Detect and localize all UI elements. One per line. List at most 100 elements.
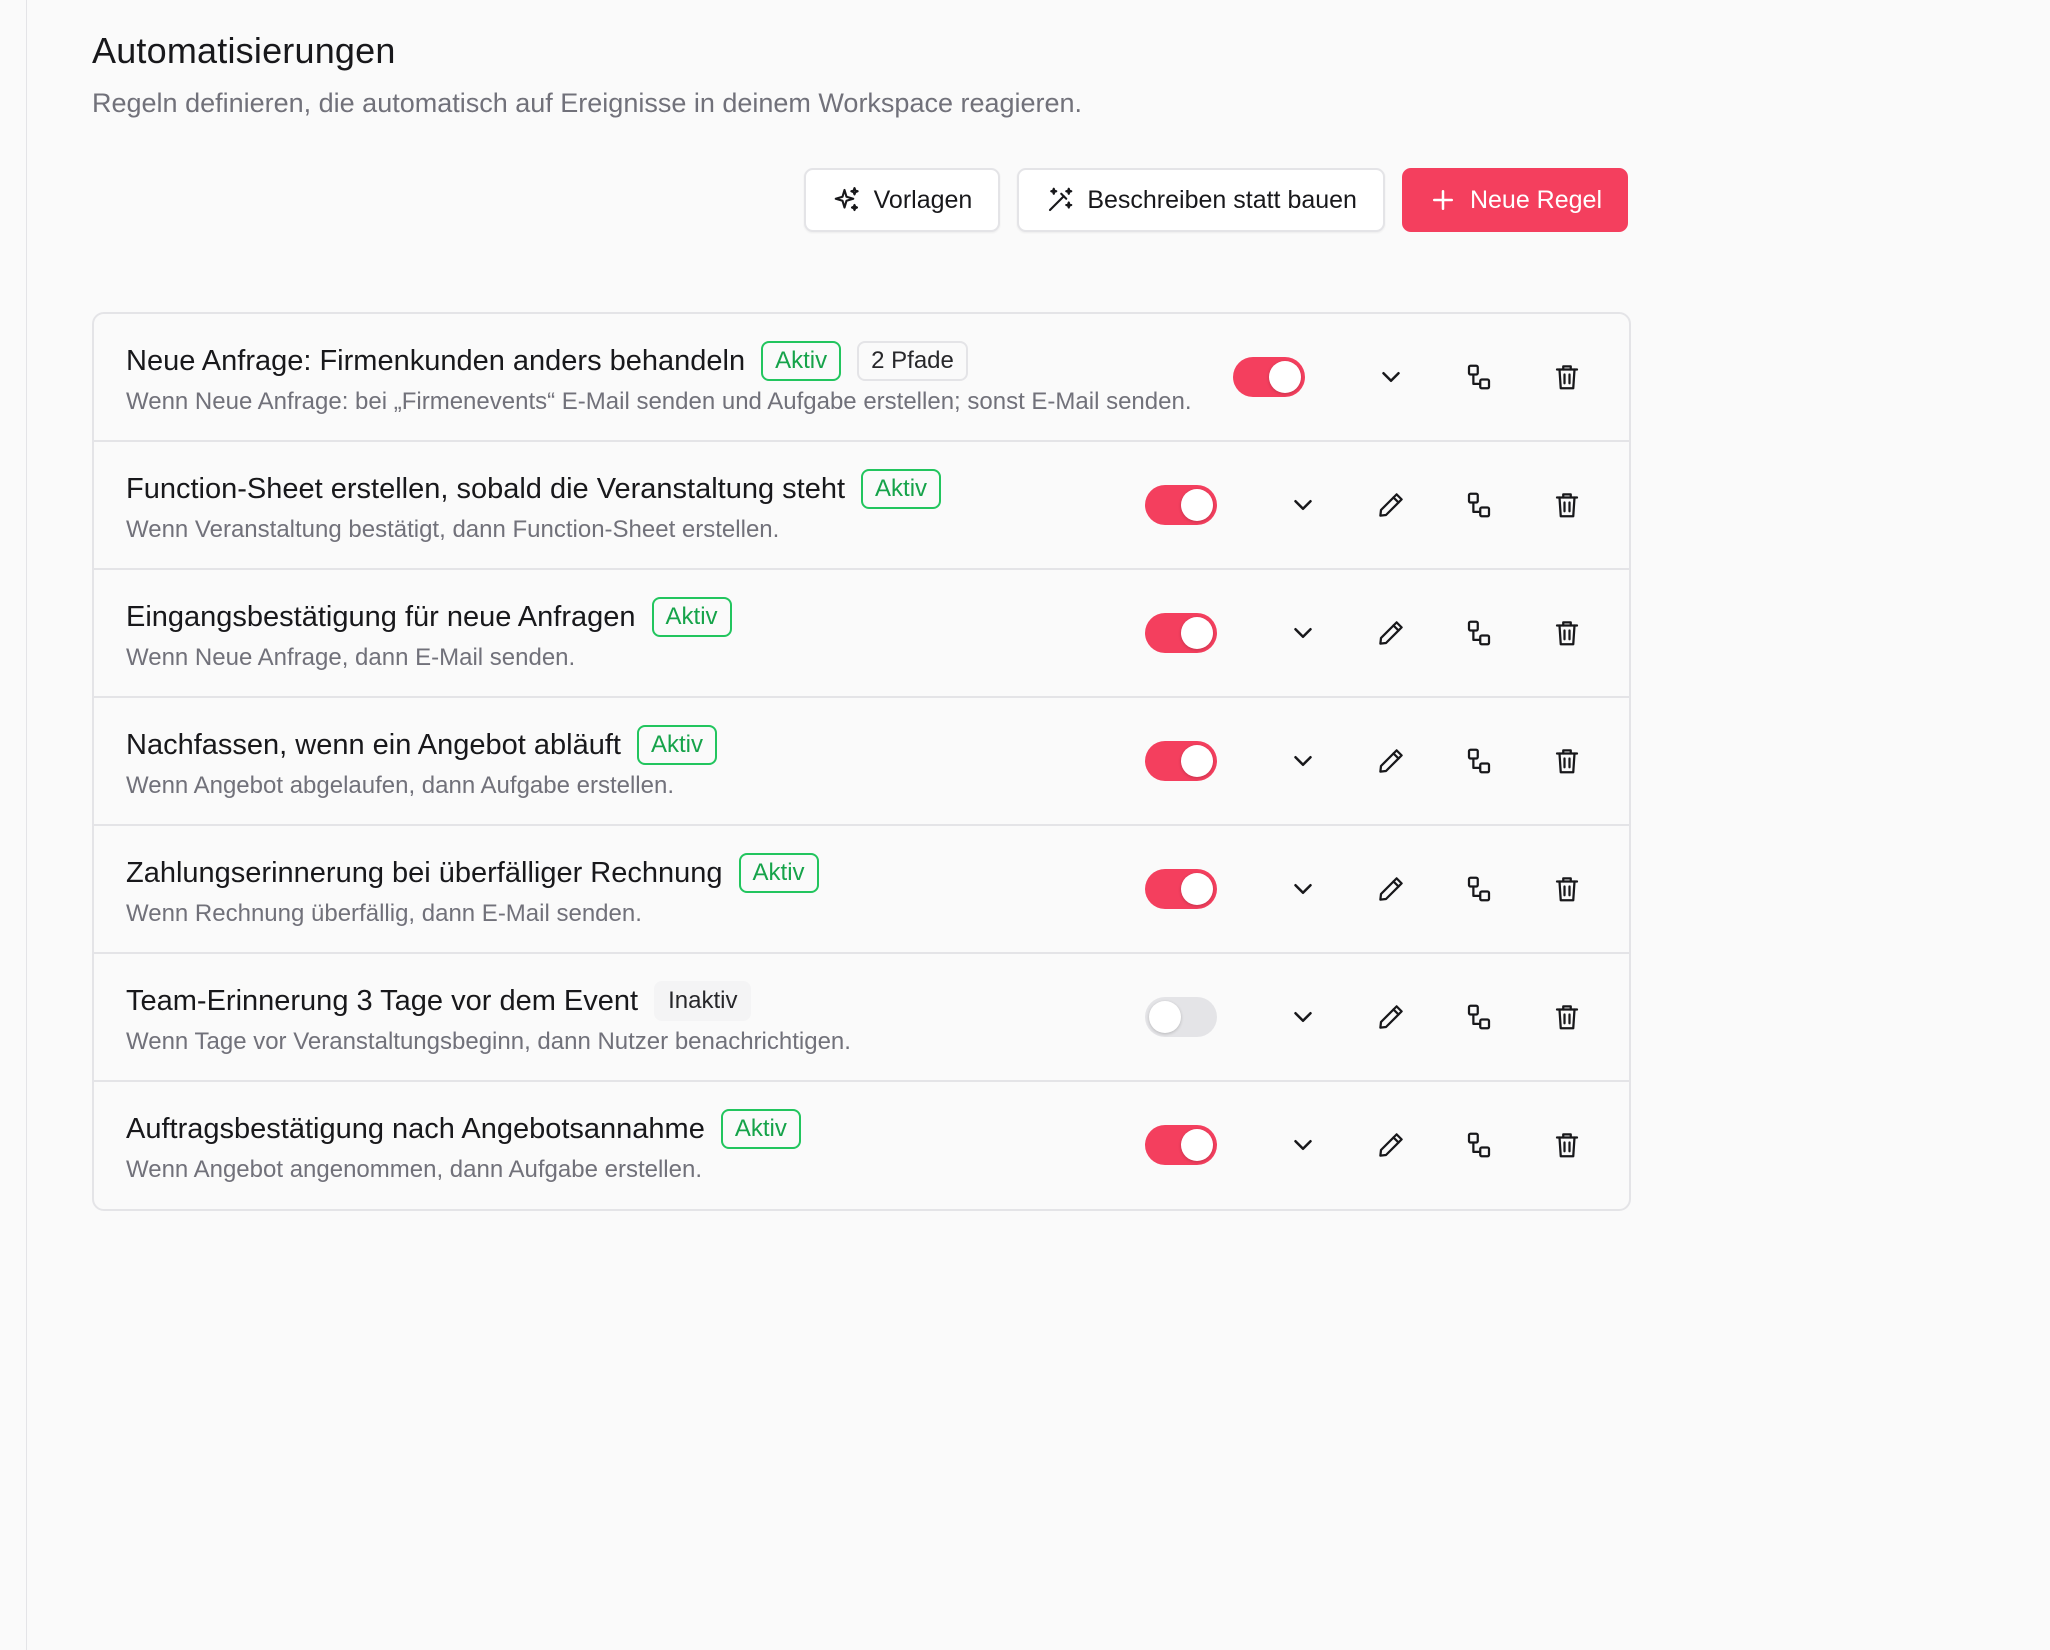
describe-button-label: Beschreiben statt bauen [1087,185,1357,214]
page-header: Automatisierungen Regeln definieren, die… [92,30,1082,119]
rule-description: Wenn Neue Anfrage: bei „Firmenevents“ E-… [126,388,1192,415]
duplicate-button[interactable] [1449,987,1509,1047]
delete-button[interactable] [1537,347,1597,407]
duplicate-button[interactable] [1449,475,1509,535]
toggle-knob [1181,1129,1213,1161]
toggle-knob [1181,873,1213,905]
plus-icon [1432,190,1453,210]
toggle-knob [1181,489,1213,521]
templates-button[interactable]: Vorlagen [803,168,1001,232]
delete-button[interactable] [1537,603,1597,663]
rule-actions [1145,1082,1597,1208]
rule-row: Team-Erinnerung 3 Tage vor dem Event Ina… [94,954,1629,1082]
pencil-icon [1379,621,1403,645]
rule-title: Team-Erinnerung 3 Tage vor dem Event [126,984,639,1017]
expand-button[interactable] [1273,603,1333,663]
edit-button[interactable] [1361,731,1421,791]
rule-info: Team-Erinnerung 3 Tage vor dem Event Ina… [126,978,1229,1056]
toggle-knob [1181,745,1213,777]
rule-enabled-toggle[interactable] [1145,869,1217,909]
trash-icon [1555,621,1579,646]
duplicate-button[interactable] [1449,1115,1509,1175]
rule-description: Wenn Neue Anfrage, dann E-Mail senden. [126,644,576,671]
status-badge: Aktiv [761,341,842,381]
duplicate-button[interactable] [1449,347,1509,407]
edit-button[interactable] [1361,859,1421,919]
duplicate-icon [1467,1132,1491,1158]
trash-icon [1555,1133,1579,1158]
duplicate-icon [1467,364,1491,390]
duplicate-button[interactable] [1449,731,1509,791]
toggle-knob [1149,1001,1181,1033]
rule-info: Neue Anfrage: Firmenkunden anders behand… [126,338,1229,416]
chevron-down-icon [1294,1012,1312,1022]
edit-button[interactable] [1361,475,1421,535]
toolbar: Vorlagen Beschreiben statt bauen Neue Re… [803,168,1628,232]
duplicate-icon [1467,876,1491,902]
rule-title: Nachfassen, wenn ein Angebot abläuft [126,728,621,761]
duplicate-icon [1467,492,1491,518]
rule-row: Auftragsbestätigung nach Angebotsannahme… [94,1082,1629,1209]
rule-row: Nachfassen, wenn ein Angebot abläuft Akt… [94,698,1629,826]
trash-icon [1555,749,1579,774]
edit-button[interactable] [1361,1115,1421,1175]
delete-button[interactable] [1537,1115,1597,1175]
rule-info: Zahlungserinnerung bei überfälliger Rech… [126,850,1229,928]
rule-info: Function-Sheet erstellen, sobald die Ver… [126,466,1229,544]
new-rule-button[interactable]: Neue Regel [1401,168,1628,232]
magic-wand-icon [1049,187,1073,212]
page-subtitle: Regeln definieren, die automatisch auf E… [92,88,1083,118]
rule-enabled-toggle[interactable] [1145,741,1217,781]
toggle-knob [1269,361,1301,393]
delete-button[interactable] [1537,987,1597,1047]
delete-button[interactable] [1537,731,1597,791]
rule-description: Wenn Angebot abgelaufen, dann Aufgabe er… [126,772,675,799]
rule-enabled-toggle[interactable] [1233,357,1305,397]
rule-row: Function-Sheet erstellen, sobald die Ver… [94,442,1629,570]
edit-button[interactable] [1361,603,1421,663]
rule-enabled-toggle[interactable] [1145,997,1217,1037]
rule-info: Auftragsbestätigung nach Angebotsannahme… [126,1106,1229,1184]
describe-instead-of-build-button[interactable]: Beschreiben statt bauen [1017,168,1385,232]
rule-info: Eingangsbestätigung für neue Anfragen Ak… [126,594,1229,672]
expand-button[interactable] [1361,347,1421,407]
new-rule-button-label: Neue Regel [1469,185,1602,214]
delete-button[interactable] [1537,859,1597,919]
expand-button[interactable] [1273,475,1333,535]
rule-enabled-toggle[interactable] [1145,485,1217,525]
delete-button[interactable] [1537,475,1597,535]
trash-icon [1555,1005,1579,1030]
duplicate-button[interactable] [1449,859,1509,919]
chevron-down-icon [1382,372,1400,382]
edit-button[interactable] [1361,987,1421,1047]
rule-description: Wenn Veranstaltung bestätigt, dann Funct… [126,516,780,543]
pencil-icon [1379,749,1403,773]
page-title: Automatisierungen [92,30,396,71]
rule-title: Auftragsbestätigung nach Angebotsannahme [126,1112,705,1145]
rule-actions [1145,442,1597,568]
chevron-down-icon [1294,756,1312,766]
rule-row: Zahlungserinnerung bei überfälliger Rech… [94,826,1629,954]
status-badge: Aktiv [738,853,819,893]
duplicate-button[interactable] [1449,603,1509,663]
paths-badge: 2 Pfade [857,341,968,381]
rule-info: Nachfassen, wenn ein Angebot abläuft Akt… [126,722,1229,800]
status-badge: Aktiv [861,469,942,509]
expand-button[interactable] [1273,731,1333,791]
rule-title: Zahlungserinnerung bei überfälliger Rech… [126,856,723,889]
rule-actions [1145,826,1597,952]
automation-rules-list: Neue Anfrage: Firmenkunden anders behand… [92,312,1631,1211]
rule-description: Wenn Tage vor Veranstaltungsbeginn, dann… [126,1028,851,1055]
rule-enabled-toggle[interactable] [1145,1125,1217,1165]
expand-button[interactable] [1273,987,1333,1047]
duplicate-icon [1467,620,1491,646]
rule-row: Neue Anfrage: Firmenkunden anders behand… [94,314,1629,442]
rule-enabled-toggle[interactable] [1145,613,1217,653]
duplicate-icon [1467,748,1491,774]
templates-button-label: Vorlagen [873,185,973,214]
status-badge: Aktiv [636,725,717,765]
expand-button[interactable] [1273,859,1333,919]
expand-button[interactable] [1273,1115,1333,1175]
pencil-icon [1379,1005,1403,1029]
trash-icon [1555,493,1579,518]
